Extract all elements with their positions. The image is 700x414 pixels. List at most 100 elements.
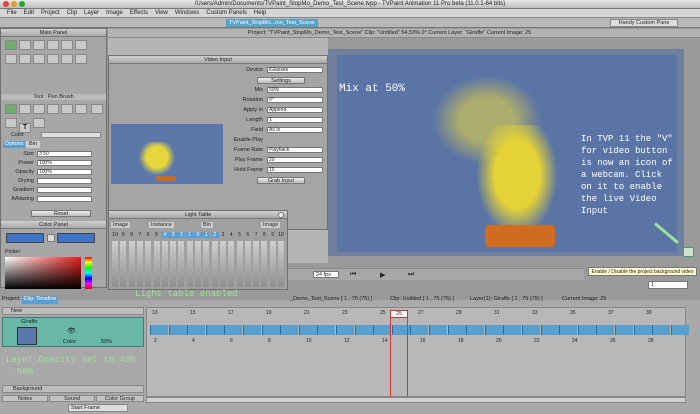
light-table-slider[interactable] <box>186 241 193 287</box>
light-table-number[interactable]: 7 <box>252 232 260 238</box>
secondary-color-swatch[interactable] <box>57 233 95 243</box>
video-length-field[interactable]: 1 <box>267 117 323 123</box>
custom-pane-button[interactable]: Handy Custom Pane <box>610 19 678 27</box>
timeline-frame[interactable] <box>243 325 261 335</box>
light-table-slider[interactable] <box>244 241 251 287</box>
light-table-number[interactable]: 10 <box>277 232 285 238</box>
eyedropper-tool-icon[interactable] <box>61 54 73 64</box>
light-table-slider[interactable] <box>253 241 260 287</box>
cut-tool-icon[interactable] <box>75 40 87 50</box>
paint-brush-icon[interactable] <box>47 104 59 114</box>
timeline-frame[interactable] <box>596 325 615 335</box>
light-table-number[interactable]: 2 <box>210 232 219 238</box>
notes-button[interactable]: Notes <box>2 395 48 402</box>
light-table-number[interactable]: 9 <box>119 232 127 238</box>
play-icon[interactable]: ▶ <box>380 271 385 279</box>
menu-item-clip[interactable]: Clip <box>67 9 77 18</box>
light-table-number[interactable]: 5 <box>153 232 161 238</box>
light-table-column-3[interactable]: Image <box>261 222 281 228</box>
light-table-number[interactable]: 8 <box>128 232 136 238</box>
timeline-frame[interactable] <box>577 325 596 335</box>
light-table-number[interactable]: 3 <box>219 232 227 238</box>
brush-size-field[interactable]: 3.50 <box>37 151 92 157</box>
eye-icon[interactable]: 👁 <box>67 327 76 335</box>
light-table-slider[interactable] <box>136 241 143 287</box>
light-table-number[interactable]: 9 <box>269 232 277 238</box>
light-table-slider[interactable] <box>269 241 276 287</box>
light-table-number[interactable]: 6 <box>244 232 252 238</box>
brush-drying-field[interactable] <box>37 178 92 184</box>
light-table-slider[interactable] <box>195 241 201 287</box>
chalk-brush-icon[interactable] <box>75 104 87 114</box>
menu-item-edit[interactable]: Edit <box>24 9 34 18</box>
stamp-tool-icon[interactable] <box>33 118 45 128</box>
marker-brush-icon[interactable] <box>33 104 45 114</box>
light-table-number[interactable]: 1 <box>185 232 194 238</box>
start-frame-field[interactable]: Start Frame <box>68 404 128 412</box>
light-table-number[interactable]: 8 <box>260 232 268 238</box>
timeline-frame[interactable] <box>540 325 559 335</box>
light-table-slider[interactable] <box>219 241 226 287</box>
brush-opacity-field[interactable]: 100% <box>37 169 92 175</box>
video-rotation-field[interactable]: 0° <box>267 97 323 103</box>
light-table-slider[interactable] <box>211 241 218 287</box>
transform-tool-icon[interactable] <box>19 54 31 64</box>
timeline-scrollbar[interactable] <box>146 397 686 403</box>
timeline-frame[interactable] <box>559 325 578 335</box>
rectangle-tool-icon[interactable] <box>19 40 31 50</box>
close-light-table-icon[interactable] <box>278 212 284 218</box>
project-tab-button[interactable]: Project <box>2 296 19 302</box>
timeline-frame[interactable] <box>261 325 280 335</box>
swap-colors-icon[interactable] <box>47 234 55 242</box>
menu-item-help[interactable]: Help <box>254 9 266 18</box>
grid-tool-icon[interactable] <box>33 40 45 50</box>
fps-field[interactable]: 24 fps <box>313 271 339 278</box>
bin-tab[interactable]: Bin <box>26 141 40 148</box>
pen-brush-icon[interactable] <box>5 104 17 114</box>
timeline-frame[interactable] <box>503 325 522 335</box>
light-table-number[interactable]: 2 <box>177 232 186 238</box>
timeline-frame[interactable] <box>298 325 317 335</box>
background-layer-row[interactable]: Background <box>2 385 144 393</box>
light-table-slider[interactable] <box>178 241 185 287</box>
timeline-frame[interactable] <box>466 325 485 335</box>
light-table-number[interactable]: 5 <box>236 232 244 238</box>
hue-slider[interactable] <box>85 257 92 289</box>
menu-item-view[interactable]: View <box>155 9 168 18</box>
color-group-button[interactable]: Color Group <box>96 395 144 402</box>
light-table-number[interactable]: 6 <box>144 232 152 238</box>
timeline-frame[interactable] <box>410 325 429 335</box>
brush-gradient-field[interactable] <box>37 187 92 193</box>
blend-brush-icon[interactable] <box>5 118 17 128</box>
timeline-tab-button[interactable]: Clip: Timeline <box>22 296 58 304</box>
light-table-number[interactable]: 4 <box>227 232 235 238</box>
menu-item-file[interactable]: File <box>7 9 17 18</box>
lasso-tool-icon[interactable] <box>5 54 17 64</box>
step-forward-icon[interactable]: ⏭ <box>408 271 414 279</box>
light-table-number[interactable]: 4 <box>160 232 169 238</box>
light-table-slider[interactable] <box>236 241 243 287</box>
timeline-grid[interactable] <box>146 307 686 397</box>
light-table-slider[interactable] <box>261 241 268 287</box>
light-table-slider[interactable] <box>203 241 210 287</box>
timeline-frame[interactable] <box>615 325 633 335</box>
light-table-column-0[interactable]: Image <box>111 222 131 228</box>
light-table-slider[interactable] <box>170 241 177 287</box>
primary-color-swatch[interactable] <box>6 233 44 243</box>
webcam-button-icon[interactable] <box>683 247 694 257</box>
light-table-number[interactable]: 0 <box>194 232 202 238</box>
video-play-frame-field[interactable]: 20 <box>267 157 323 163</box>
light-table-slider[interactable] <box>228 241 235 287</box>
timeline-frame[interactable] <box>429 325 447 335</box>
light-table-number[interactable]: 10 <box>111 232 119 238</box>
eraser-icon[interactable] <box>90 104 103 114</box>
video-stage[interactable]: Mix at 50% In TVP 11 the "V" for video b… <box>337 55 677 252</box>
light-table-slider[interactable] <box>161 241 168 287</box>
timeline-frame[interactable] <box>280 325 299 335</box>
project-tab[interactable]: TVPaint_StopMo...mo_Test_Scene <box>226 19 318 27</box>
timeline-frame[interactable] <box>150 325 168 335</box>
timeline-frame[interactable] <box>447 325 466 335</box>
video-settings-button[interactable]: Settings <box>257 77 305 84</box>
color-picker-area[interactable] <box>5 257 81 289</box>
video-grab-input-button[interactable]: Grab Input <box>257 177 305 184</box>
